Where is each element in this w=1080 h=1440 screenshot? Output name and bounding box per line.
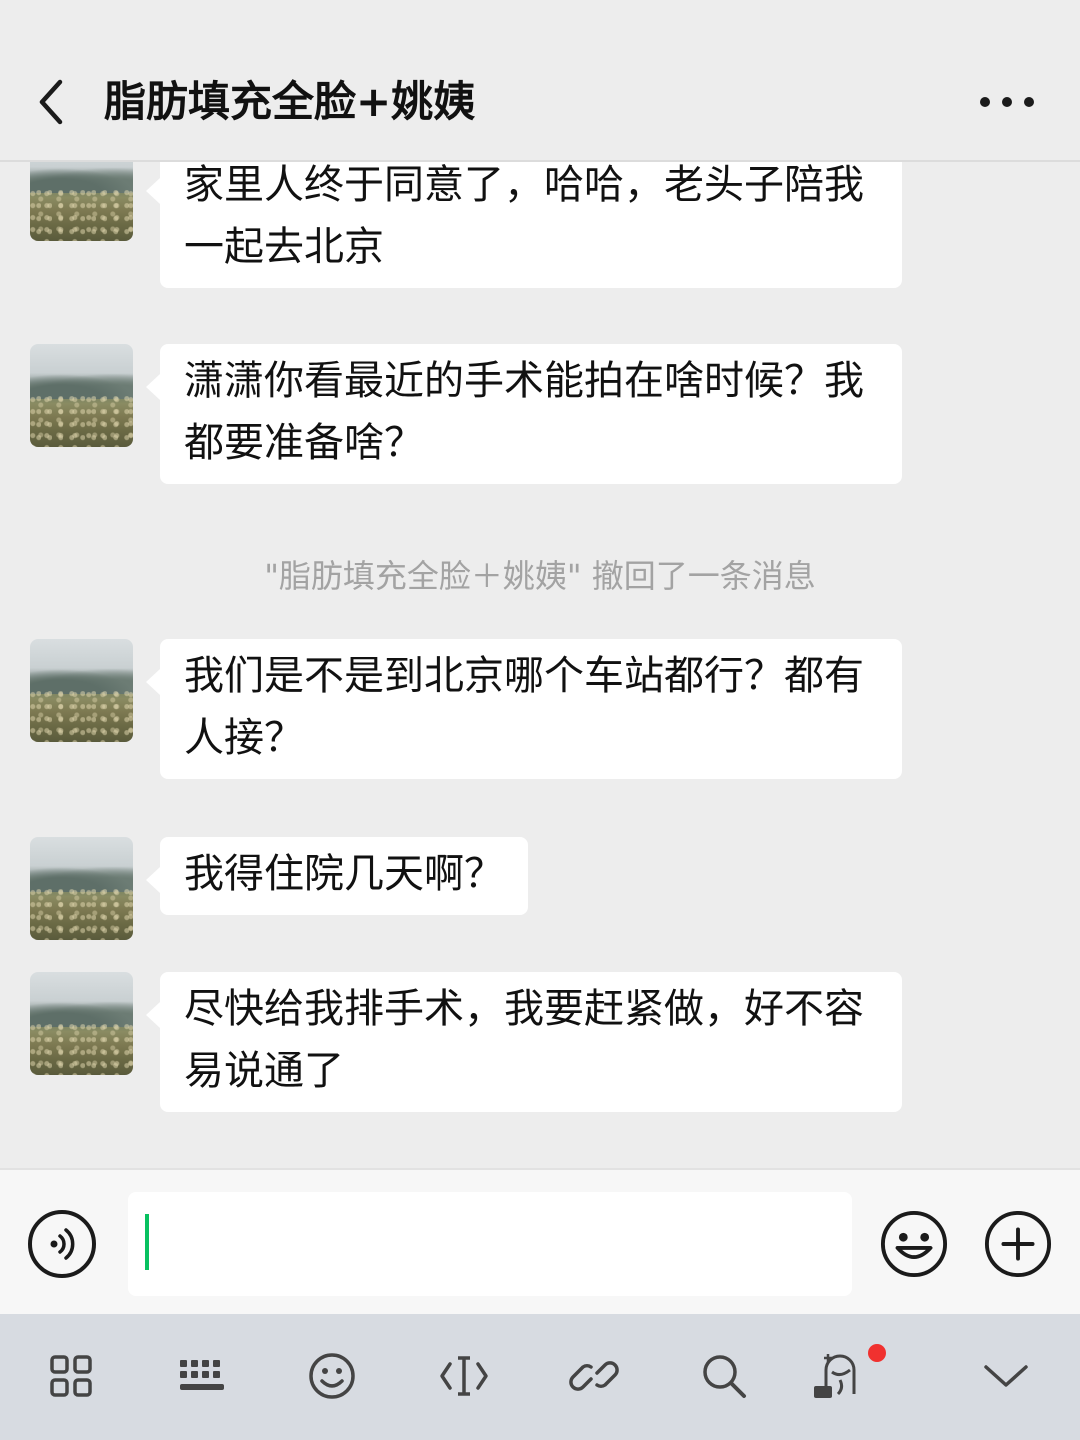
message-bubble[interactable]: 我得住院几天啊？	[146, 837, 528, 915]
avatar[interactable]	[30, 162, 133, 241]
chevron-down-icon	[984, 1365, 1028, 1387]
message-input[interactable]	[128, 1192, 852, 1296]
keyboard-button[interactable]	[170, 1344, 234, 1408]
input-bar	[0, 1168, 1080, 1314]
status-bar	[0, 0, 1080, 14]
back-button[interactable]	[22, 72, 82, 132]
message-bubble[interactable]: 潇潇你看最近的手术能拍在啥时候？我都要准备啥？	[146, 344, 902, 484]
message-bubble[interactable]: 我们是不是到北京哪个车站都行？都有人接？	[146, 639, 902, 779]
avatar[interactable]	[30, 344, 133, 447]
text-caret	[145, 1214, 149, 1270]
voice-button[interactable]	[28, 1210, 96, 1278]
link-button[interactable]	[562, 1344, 626, 1408]
avatar[interactable]	[30, 639, 133, 742]
search-button[interactable]	[692, 1344, 756, 1408]
message-bubble[interactable]: 家里人终于同意了，哈哈，老头子陪我一起去北京	[146, 162, 902, 288]
keyboard-icon	[180, 1360, 224, 1390]
message-bubble[interactable]: 尽快给我排手术，我要赶紧做，好不容易说通了	[146, 972, 902, 1112]
link-icon	[569, 1361, 619, 1391]
text-cursor-button[interactable]	[432, 1344, 496, 1408]
ad-avatar-button[interactable]	[806, 1344, 870, 1408]
chat-title: 脂肪填充全脸+姚姨	[104, 77, 476, 126]
emoji-button[interactable]	[880, 1210, 948, 1278]
avatar[interactable]	[30, 837, 133, 940]
text-cursor-icon	[440, 1356, 488, 1396]
recall-notice: "脂肪填充全脸＋姚姨" 撤回了一条消息	[264, 557, 816, 595]
apps-grid-button[interactable]	[39, 1344, 103, 1408]
collapse-keyboard-button[interactable]	[974, 1344, 1038, 1408]
voice-icon	[50, 1228, 75, 1260]
message-list[interactable]: 家里人终于同意了，哈哈，老头子陪我一起去北京 潇潇你看最近的手术能拍在啥时候？我…	[0, 162, 1080, 1168]
emoji-icon	[880, 1210, 948, 1278]
notification-dot	[868, 1344, 886, 1362]
smiley-icon	[309, 1353, 355, 1399]
more-dots-icon	[980, 97, 1034, 107]
more-options-button[interactable]	[972, 72, 1042, 132]
chevron-left-icon	[39, 79, 63, 125]
plus-button[interactable]	[984, 1210, 1052, 1278]
avatar[interactable]	[30, 972, 133, 1075]
apps-grid-icon	[50, 1355, 92, 1397]
plus-icon	[984, 1210, 1052, 1278]
ad-avatar-icon	[814, 1354, 856, 1398]
chat-header: 脂肪填充全脸+姚姨	[0, 14, 1080, 160]
keyboard-toolbar	[0, 1314, 1080, 1440]
smiley-button[interactable]	[300, 1344, 364, 1408]
search-icon	[703, 1355, 746, 1398]
